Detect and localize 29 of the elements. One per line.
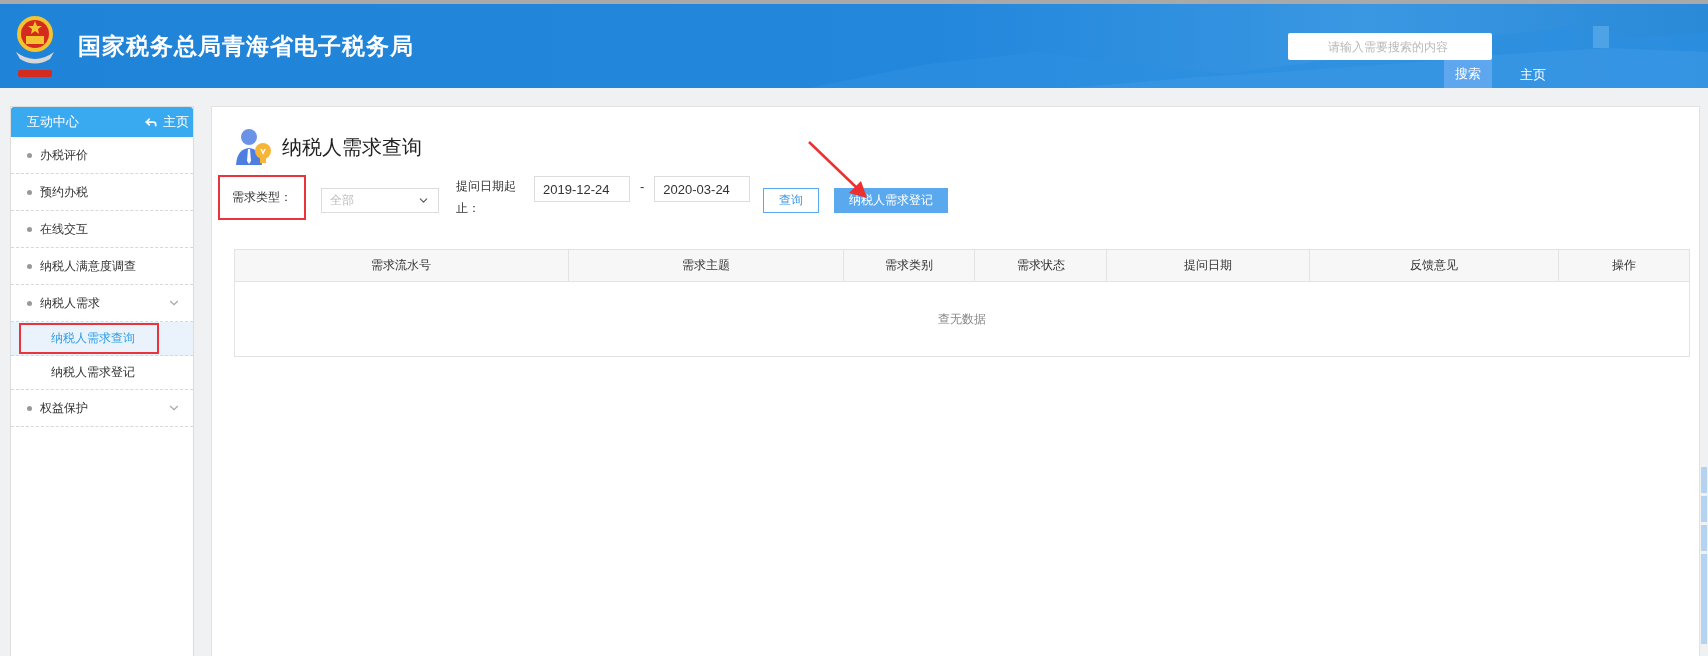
field-label: 提问日期起止： (456, 178, 517, 217)
column-header: 需求流水号 (235, 250, 569, 281)
column-header: 需求主题 (568, 250, 845, 281)
site-title: 国家税务总局青海省电子税务局 (78, 31, 414, 61)
user-idea-icon (234, 127, 274, 167)
sidebar-title: 互动中心 (27, 113, 79, 131)
column-header: 反馈意见 (1310, 250, 1559, 281)
column-header: 操作 (1610, 257, 1637, 274)
column-header: 需求类别 (844, 250, 976, 281)
search-field[interactable]: 请输入需要搜索的内容 (1288, 33, 1492, 60)
bullet-icon (27, 189, 32, 195)
date-field[interactable]: 2019-12-24 (534, 176, 630, 202)
field-label: 需求类型： (232, 189, 292, 206)
range-separator: - (640, 179, 645, 194)
bullet-icon (27, 300, 32, 306)
column-header: 需求状态 (975, 250, 1107, 281)
side-tab[interactable] (1701, 525, 1707, 551)
date-field[interactable]: 2020-03-24 (654, 176, 751, 202)
empty-message: 查无数据 (938, 310, 986, 328)
side-tab[interactable] (1701, 554, 1707, 644)
column-header: 提问日期 (1106, 250, 1311, 281)
side-tab[interactable] (1701, 496, 1707, 522)
bullet-icon (27, 405, 32, 411)
bullet-icon (27, 226, 32, 232)
bullet-icon (27, 263, 32, 269)
reply-icon (144, 115, 158, 129)
side-tab[interactable] (1701, 467, 1707, 493)
page-title: 纳税人需求查询 (282, 134, 422, 160)
bullet-icon (27, 152, 32, 158)
